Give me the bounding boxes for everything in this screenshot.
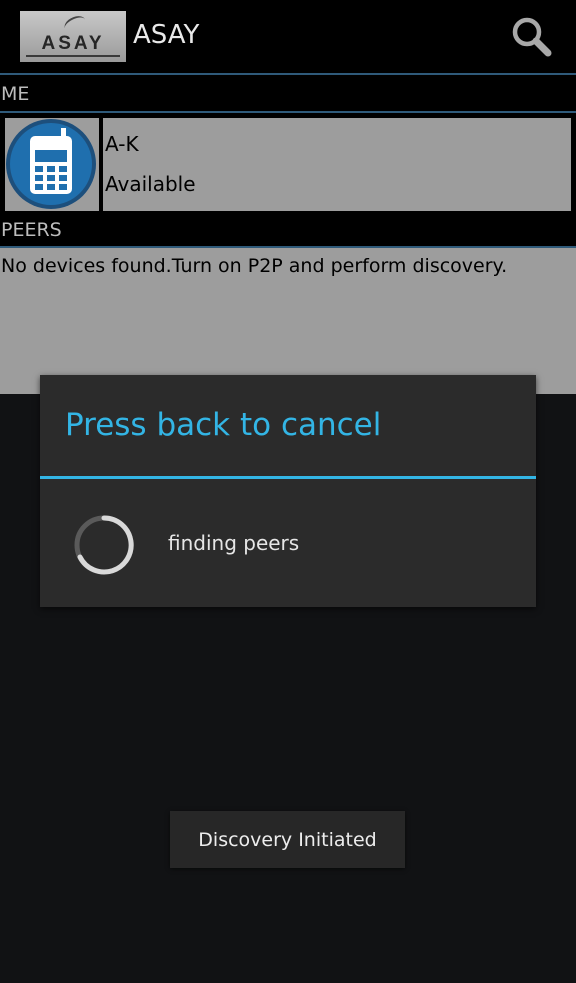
dialog-title: Press back to cancel — [65, 407, 382, 443]
peers-list: No devices found.Turn on P2P and perform… — [0, 248, 576, 394]
progress-dialog: Press back to cancel finding peers — [40, 375, 536, 607]
my-device-card[interactable]: A-K Available — [0, 113, 576, 214]
device-avatar — [5, 118, 99, 211]
device-info: A-K Available — [103, 118, 571, 211]
search-icon — [512, 17, 552, 57]
app-title: ASAY — [133, 20, 200, 50]
me-section-label: ME — [1, 83, 30, 105]
peers-section-label: PEERS — [1, 219, 62, 241]
me-section-header: ME — [0, 75, 576, 111]
dialog-title-divider — [40, 476, 536, 479]
search-button[interactable] — [508, 14, 556, 62]
device-name: A-K — [105, 132, 139, 156]
progress-spinner-icon — [74, 515, 134, 575]
logo-underline — [26, 55, 120, 57]
toast-notification: Discovery Initiated — [170, 811, 405, 868]
action-bar: ASAY ASAY — [0, 0, 576, 73]
toast-message: Discovery Initiated — [198, 828, 377, 851]
peers-section-header: PEERS — [0, 214, 576, 246]
device-status: Available — [105, 172, 196, 196]
app-logo: ASAY — [20, 11, 126, 62]
dialog-message: finding peers — [168, 531, 300, 555]
logo-text: ASAY — [41, 33, 105, 54]
peers-empty-message: No devices found.Turn on P2P and perform… — [1, 255, 508, 277]
logo-swoosh-icon — [62, 13, 88, 35]
mobile-phone-icon — [6, 119, 96, 209]
